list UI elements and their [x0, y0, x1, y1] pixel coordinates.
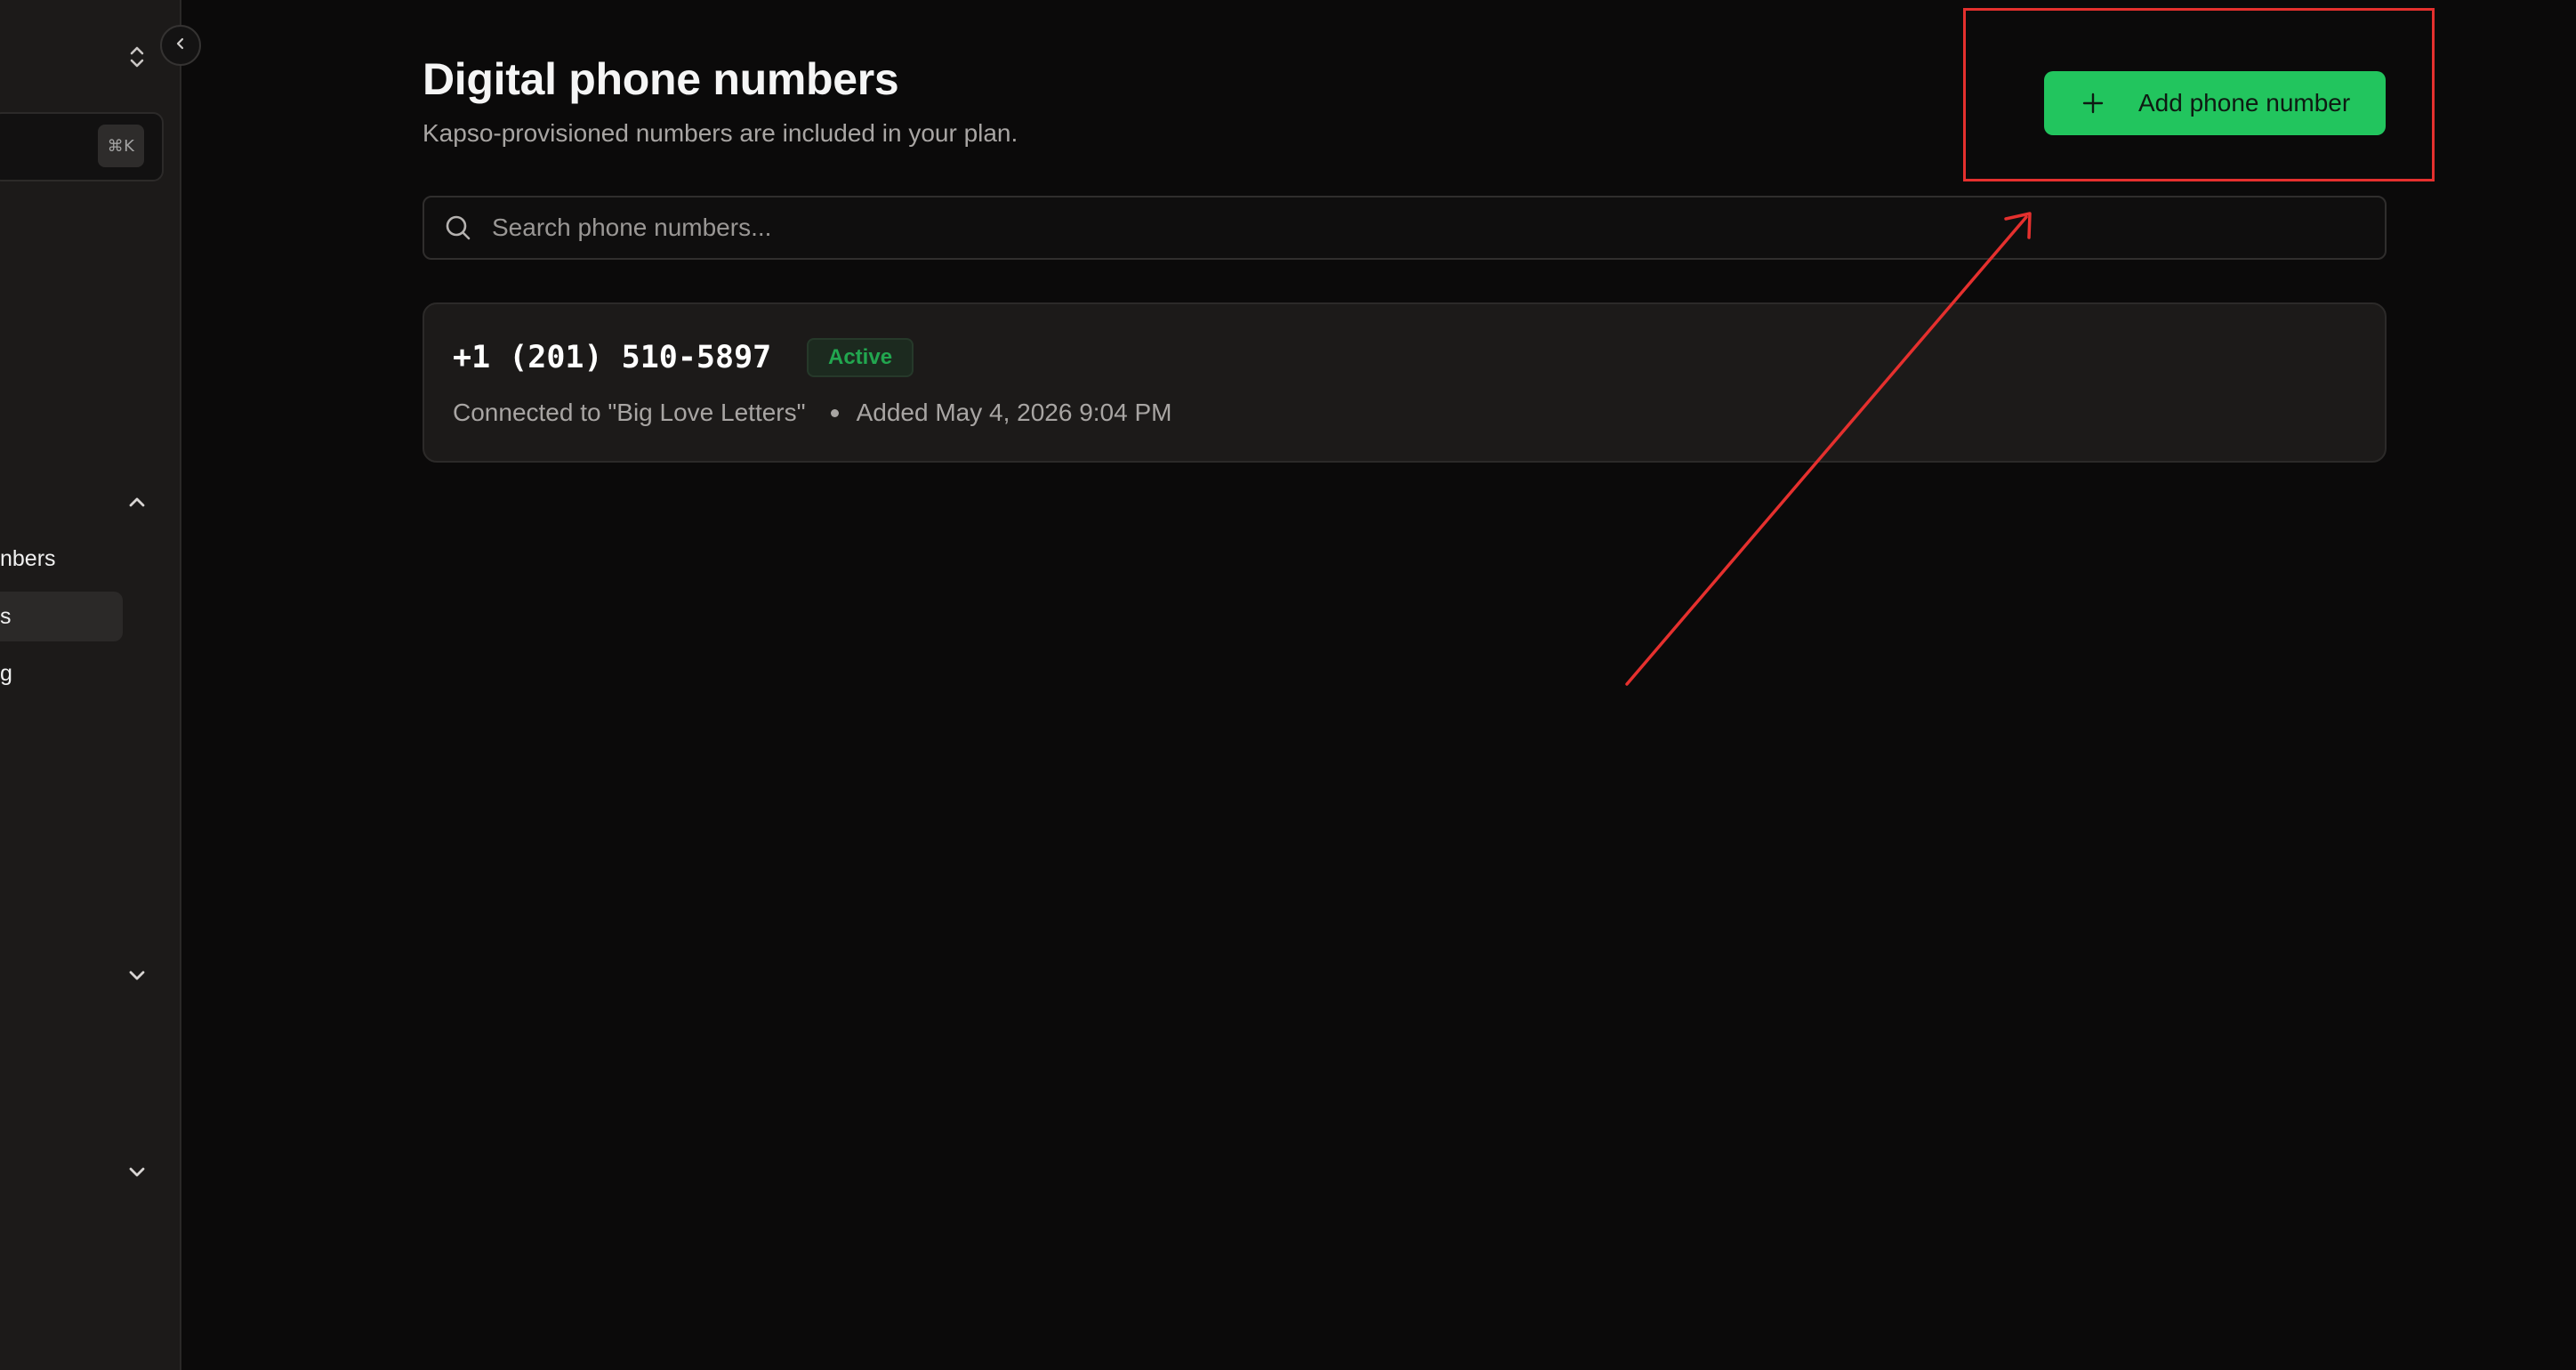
- search-input[interactable]: [490, 213, 2269, 243]
- sidebar-item-label: g: [0, 660, 12, 686]
- main-content: Digital phone numbers Kapso-provisioned …: [183, 0, 2576, 1370]
- sidebar-item-numbers[interactable]: nbers: [0, 534, 123, 584]
- plus-icon: [2080, 90, 2106, 117]
- phone-number-meta: Connected to "Big Love Letters" Added Ma…: [453, 399, 1171, 427]
- search-icon: [444, 214, 472, 242]
- sidebar-item-label: s: [0, 603, 12, 629]
- sidebar-item-active[interactable]: s: [0, 592, 123, 641]
- chevrons-up-down-icon[interactable]: [126, 43, 148, 71]
- phone-number-card[interactable]: +1 (201) 510-5897 Active Connected to "B…: [423, 302, 2387, 463]
- page-title: Digital phone numbers: [423, 54, 899, 104]
- shortcut-badge: ⌘K: [98, 125, 144, 167]
- phone-number: +1 (201) 510-5897: [453, 340, 772, 375]
- chevron-down-icon[interactable]: [125, 963, 149, 987]
- collapse-sidebar-button[interactable]: [160, 25, 201, 66]
- sidebar: ⌘K nbers s g: [0, 0, 181, 1370]
- separator-dot: [830, 408, 839, 417]
- page-subtitle: Kapso-provisioned numbers are included i…: [423, 119, 1018, 147]
- search-field[interactable]: [423, 196, 2387, 260]
- chevron-up-icon[interactable]: [125, 489, 149, 514]
- chevron-down-icon[interactable]: [125, 1159, 149, 1184]
- added-text: Added May 4, 2026 9:04 PM: [856, 399, 1172, 426]
- add-phone-number-button[interactable]: Add phone number: [2044, 71, 2386, 135]
- chevron-left-icon: [173, 36, 189, 56]
- sidebar-search[interactable]: ⌘K: [0, 112, 164, 181]
- add-phone-number-label: Add phone number: [2138, 89, 2351, 117]
- status-badge: Active: [807, 338, 914, 377]
- sidebar-item-settings[interactable]: g: [0, 649, 123, 698]
- connected-text: Connected to "Big Love Letters": [453, 399, 806, 426]
- sidebar-item-label: nbers: [0, 545, 56, 571]
